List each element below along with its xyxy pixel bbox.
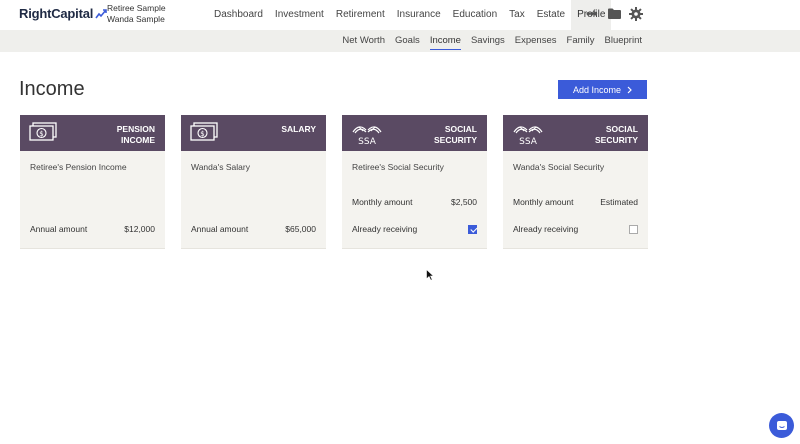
row-value: $65,000 — [285, 224, 316, 234]
already-receiving-checkbox[interactable] — [629, 224, 638, 234]
row-label: Annual amount — [191, 224, 249, 234]
card-header: $ SALARY — [181, 115, 326, 151]
rightcapital-logo[interactable]: RightCapital — [19, 6, 107, 21]
nav-retirement[interactable]: Retirement — [330, 0, 391, 30]
gear-icon[interactable] — [629, 7, 643, 21]
card-row: Already receiving — [513, 223, 638, 235]
add-income-button[interactable]: Add Income — [558, 80, 647, 99]
svg-text:$: $ — [39, 130, 43, 138]
nav-insurance[interactable]: Insurance — [391, 0, 447, 30]
card-header: SSA SOCIAL SECURITY — [342, 115, 487, 151]
nav-estate[interactable]: Estate — [531, 0, 571, 30]
nav-tax[interactable]: Tax — [503, 0, 531, 30]
add-income-label: Add Income — [572, 84, 622, 95]
row-label: Monthly amount — [352, 197, 413, 207]
svg-text:SSA: SSA — [358, 137, 377, 146]
card-header: SSA SOCIAL SECURITY — [503, 115, 648, 151]
card-row: Monthly amount Estimated — [513, 196, 638, 208]
card-income-name: Wanda's Salary — [191, 162, 250, 172]
main-nav: Dashboard Investment Retirement Insuranc… — [208, 0, 612, 30]
card-income-name: Retiree's Social Security — [352, 162, 444, 172]
logo-arrow-icon — [95, 8, 107, 18]
tab-income[interactable]: Income — [425, 30, 466, 52]
card-income-name: Retiree's Pension Income — [30, 162, 127, 172]
client-names[interactable]: Retiree Sample Wanda Sample — [107, 3, 166, 25]
card-title: SALARY — [281, 124, 316, 134]
income-card-social-security-wanda[interactable]: SSA SOCIAL SECURITY Wanda's Social Secur… — [503, 115, 648, 249]
ssa-icon: SSA — [512, 122, 544, 151]
card-title: SOCIAL SECURITY — [434, 124, 477, 145]
card-header: $ PENSION INCOME — [20, 115, 165, 151]
cash-icon: $ — [190, 122, 218, 147]
profile-sub-navigation: Net Worth Goals Income Savings Expenses … — [0, 30, 800, 52]
card-row: Annual amount $65,000 — [191, 223, 316, 235]
row-value: Estimated — [600, 197, 638, 207]
income-cards: $ PENSION INCOME Retiree's Pension Incom… — [20, 115, 648, 249]
tab-blueprint[interactable]: Blueprint — [600, 30, 648, 52]
tab-family[interactable]: Family — [562, 30, 600, 52]
page-title: Income — [19, 78, 85, 100]
tab-net-worth[interactable]: Net Worth — [337, 30, 390, 52]
ssa-icon: SSA — [351, 122, 383, 151]
row-value: $2,500 — [451, 197, 477, 207]
income-card-salary[interactable]: $ SALARY Wanda's Salary Annual amount $6… — [181, 115, 326, 249]
client-name-primary: Retiree Sample — [107, 3, 166, 13]
row-label: Already receiving — [352, 224, 418, 234]
card-title: SOCIAL SECURITY — [595, 124, 638, 145]
top-navigation-bar: RightCapital Retiree Sample Wanda Sample… — [0, 0, 800, 30]
chevron-right-icon — [627, 86, 632, 93]
card-row: Monthly amount $2,500 — [352, 196, 477, 208]
tab-goals[interactable]: Goals — [390, 30, 425, 52]
card-row: Annual amount $12,000 — [30, 223, 155, 235]
row-label: Monthly amount — [513, 197, 574, 207]
nav-education[interactable]: Education — [447, 0, 503, 30]
svg-text:SSA: SSA — [519, 137, 538, 146]
row-label: Already receiving — [513, 224, 579, 234]
card-row: Already receiving — [352, 223, 477, 235]
nav-dashboard[interactable]: Dashboard — [208, 0, 269, 30]
svg-text:$: $ — [200, 130, 204, 138]
cash-icon: $ — [29, 122, 57, 147]
chat-support-button[interactable] — [769, 413, 794, 438]
tab-expenses[interactable]: Expenses — [510, 30, 562, 52]
card-title: PENSION INCOME — [116, 124, 155, 145]
already-receiving-checkbox[interactable] — [468, 224, 477, 234]
nav-investment[interactable]: Investment — [269, 0, 330, 30]
sub-nav: Net Worth Goals Income Savings Expenses … — [337, 30, 647, 52]
folder-icon[interactable] — [608, 8, 621, 19]
mouse-cursor-icon — [426, 269, 434, 281]
row-label: Annual amount — [30, 224, 88, 234]
income-card-pension[interactable]: $ PENSION INCOME Retiree's Pension Incom… — [20, 115, 165, 249]
tab-savings[interactable]: Savings — [466, 30, 510, 52]
more-icon[interactable]: ••• — [586, 7, 598, 20]
client-name-spouse: Wanda Sample — [107, 14, 165, 24]
logo-text: RightCapital — [19, 6, 94, 21]
row-value: $12,000 — [124, 224, 155, 234]
chat-icon — [776, 420, 787, 430]
income-card-social-security-retiree[interactable]: SSA SOCIAL SECURITY Retiree's Social Sec… — [342, 115, 487, 249]
card-income-name: Wanda's Social Security — [513, 162, 605, 172]
